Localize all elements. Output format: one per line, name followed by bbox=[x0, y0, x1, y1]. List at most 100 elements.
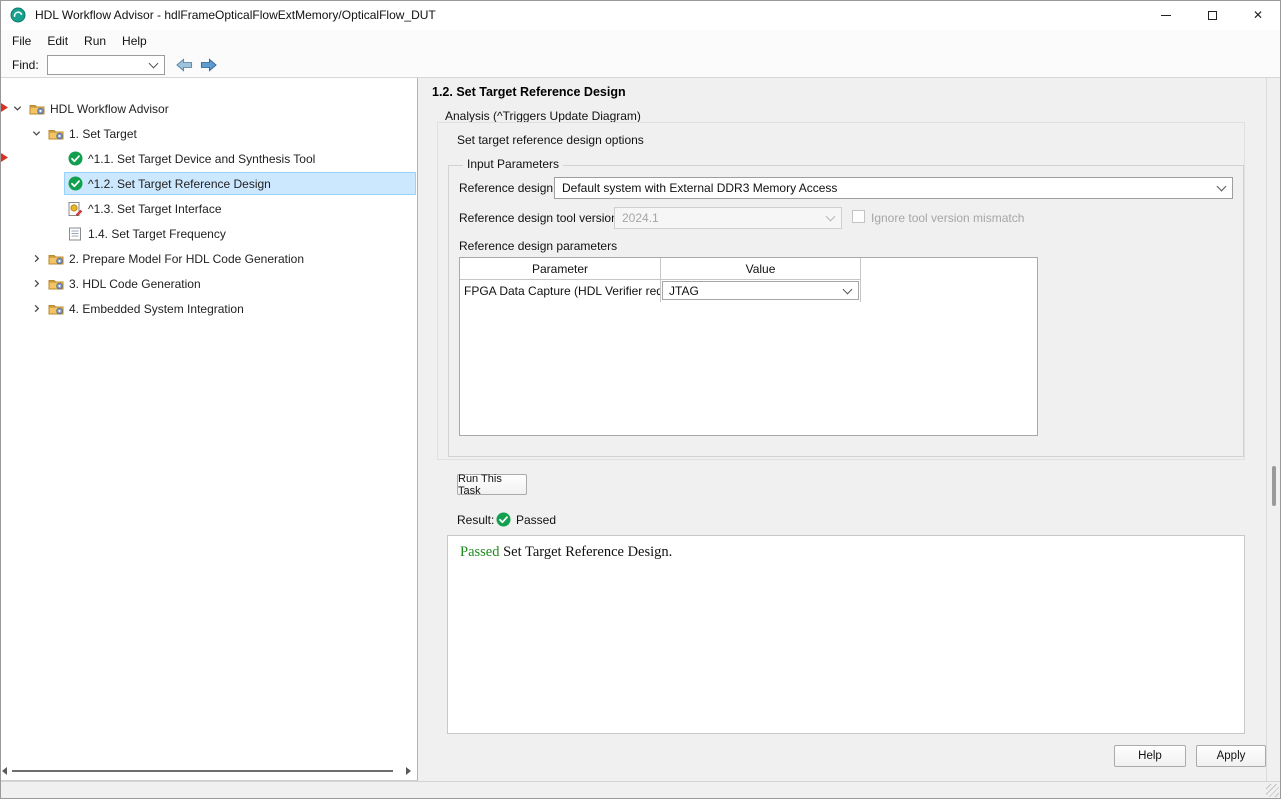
tree-item-label: 1. Set Target bbox=[69, 126, 137, 141]
minimize-button[interactable] bbox=[1143, 0, 1189, 30]
find-next-button[interactable] bbox=[199, 56, 219, 74]
task-folder-icon bbox=[48, 276, 64, 292]
arrow-left-icon bbox=[176, 57, 193, 72]
run-this-task-button[interactable]: Run This Task bbox=[457, 473, 527, 497]
menu-run[interactable]: Run bbox=[76, 31, 114, 51]
tree-item-label: ^1.3. Set Target Interface bbox=[88, 201, 222, 216]
arrow-right-icon bbox=[201, 57, 217, 72]
maximize-button[interactable] bbox=[1189, 0, 1235, 30]
ignore-version-mismatch-checkbox[interactable] bbox=[852, 210, 865, 223]
input-parameters-legend: Input Parameters bbox=[463, 157, 564, 171]
menu-edit[interactable]: Edit bbox=[39, 31, 76, 51]
reference-design-select[interactable]: Default system with External DDR3 Memory… bbox=[554, 177, 1233, 199]
tree-item-label: HDL Workflow Advisor bbox=[50, 101, 169, 116]
chevron-down-icon bbox=[842, 284, 853, 294]
reference-design-value: Default system with External DDR3 Memory… bbox=[562, 181, 838, 195]
value-cell: JTAG bbox=[661, 280, 861, 302]
menu-file[interactable]: File bbox=[4, 31, 39, 51]
report-icon bbox=[67, 226, 83, 242]
tree-item-label: 2. Prepare Model For HDL Code Generation bbox=[69, 251, 305, 266]
column-header-value: Value bbox=[661, 258, 861, 280]
ignore-version-mismatch-label: Ignore tool version mismatch bbox=[871, 211, 1025, 225]
scroll-right-icon[interactable] bbox=[406, 767, 411, 775]
tree-item-set-target-device[interactable]: ^1.1. Set Target Device and Synthesis To… bbox=[0, 146, 416, 171]
chevron-expanded-icon[interactable] bbox=[8, 101, 26, 117]
result-label: Result: bbox=[457, 513, 495, 527]
scrollbar-thumb[interactable] bbox=[12, 770, 393, 772]
tree-item-label: ^1.2. Set Target Reference Design bbox=[88, 176, 271, 191]
parameter-cell: FPGA Data Capture (HDL Verifier req... bbox=[460, 280, 661, 302]
close-button[interactable]: ✕ bbox=[1235, 0, 1281, 30]
find-previous-button[interactable] bbox=[175, 56, 195, 74]
result-message-status: Passed bbox=[460, 544, 500, 560]
tree-item-set-target-reference-design[interactable]: ^1.2. Set Target Reference Design bbox=[0, 171, 416, 196]
close-icon: ✕ bbox=[1252, 8, 1264, 22]
reference-design-parameters-table: Parameter Value FPGA Data Capture (HDL V… bbox=[459, 257, 1038, 436]
passed-check-icon bbox=[67, 176, 83, 192]
result-report-area: Passed Set Target Reference Design. bbox=[447, 535, 1245, 734]
tree-item-set-target-frequency[interactable]: 1.4. Set Target Frequency bbox=[0, 221, 416, 246]
passed-check-icon bbox=[496, 512, 511, 527]
chevron-down-icon bbox=[1216, 181, 1227, 192]
workflow-folder-icon bbox=[29, 101, 45, 117]
chevron-down-icon bbox=[825, 211, 836, 222]
input-parameters-group: Input Parameters Reference design: Defau… bbox=[448, 157, 1244, 457]
chevron-collapsed-icon[interactable] bbox=[27, 251, 45, 267]
page-title: 1.2. Set Target Reference Design bbox=[432, 85, 626, 99]
scrollbar-thumb[interactable] bbox=[1272, 466, 1276, 506]
tree-item-label: ^1.1. Set Target Device and Synthesis To… bbox=[88, 151, 316, 166]
tool-version-select: 2024.1 bbox=[614, 207, 842, 229]
tree-item-embedded-system-integration[interactable]: 4. Embedded System Integration bbox=[0, 296, 416, 321]
help-button[interactable]: Help bbox=[1114, 745, 1186, 767]
fpga-data-capture-value: JTAG bbox=[669, 283, 699, 298]
task-detail-panel: 1.2. Set Target Reference Design Analysi… bbox=[419, 78, 1266, 781]
result-message-text: Set Target Reference Design. bbox=[499, 544, 673, 560]
tree-item-prepare-model[interactable]: 2. Prepare Model For HDL Code Generation bbox=[0, 246, 416, 271]
scroll-left-icon[interactable] bbox=[2, 767, 7, 775]
table-header-row: Parameter Value bbox=[460, 258, 1037, 280]
table-row: FPGA Data Capture (HDL Verifier req... J… bbox=[460, 280, 1037, 302]
reference-design-label: Reference design: bbox=[459, 181, 557, 195]
task-folder-icon bbox=[48, 251, 64, 267]
result-status: Passed bbox=[516, 513, 557, 527]
tree-item-hdl-workflow-advisor[interactable]: HDL Workflow Advisor bbox=[0, 96, 416, 121]
chevron-expanded-icon[interactable] bbox=[27, 126, 45, 142]
status-strip bbox=[0, 781, 1281, 799]
vertical-scrollbar[interactable] bbox=[1266, 78, 1281, 781]
task-folder-icon bbox=[48, 126, 64, 142]
task-edit-icon bbox=[67, 201, 83, 217]
maximize-icon bbox=[1207, 10, 1217, 20]
tree-item-set-target[interactable]: 1. Set Target bbox=[0, 121, 416, 146]
menu-help[interactable]: Help bbox=[114, 31, 155, 51]
reference-design-parameters-label: Reference design parameters bbox=[459, 239, 618, 253]
tree-horizontal-scrollbar[interactable] bbox=[2, 765, 411, 777]
toolbar: Find: bbox=[0, 52, 1281, 78]
window-title: HDL Workflow Advisor - hdlFrameOpticalFl… bbox=[35, 8, 436, 22]
apply-button[interactable]: Apply bbox=[1196, 745, 1266, 767]
tree-item-label: 1.4. Set Target Frequency bbox=[88, 226, 226, 241]
passed-check-icon bbox=[67, 151, 83, 167]
tree-item-label: 4. Embedded System Integration bbox=[69, 301, 244, 316]
tool-version-value: 2024.1 bbox=[622, 211, 659, 225]
title-bar: HDL Workflow Advisor - hdlFrameOpticalFl… bbox=[0, 0, 1281, 30]
chevron-down-icon bbox=[148, 58, 159, 68]
find-input[interactable] bbox=[46, 54, 165, 75]
tree-item-label: 3. HDL Code Generation bbox=[69, 276, 201, 291]
analysis-group-label: Analysis (^Triggers Update Diagram) bbox=[445, 109, 641, 123]
workflow-tree-panel: HDL Workflow Advisor 1. Set Target ^1.1.… bbox=[0, 78, 418, 781]
resize-grip[interactable] bbox=[1266, 784, 1279, 797]
app-icon bbox=[10, 7, 26, 23]
fpga-data-capture-select[interactable]: JTAG bbox=[662, 281, 859, 300]
task-folder-icon bbox=[48, 301, 64, 317]
result-message: Passed Set Target Reference Design. bbox=[460, 544, 672, 561]
analysis-group: Set target reference design options Inpu… bbox=[437, 122, 1245, 460]
column-header-parameter: Parameter bbox=[460, 258, 661, 280]
find-label: Find: bbox=[12, 57, 39, 72]
tree-item-hdl-code-generation[interactable]: 3. HDL Code Generation bbox=[0, 271, 416, 296]
selected-tree-item[interactable]: ^1.2. Set Target Reference Design bbox=[64, 172, 416, 195]
chevron-collapsed-icon[interactable] bbox=[27, 301, 45, 317]
menu-bar: File Edit Run Help bbox=[0, 30, 1281, 52]
tree-item-set-target-interface[interactable]: ^1.3. Set Target Interface bbox=[0, 196, 416, 221]
workflow-tree: HDL Workflow Advisor 1. Set Target ^1.1.… bbox=[0, 96, 416, 321]
chevron-collapsed-icon[interactable] bbox=[27, 276, 45, 292]
